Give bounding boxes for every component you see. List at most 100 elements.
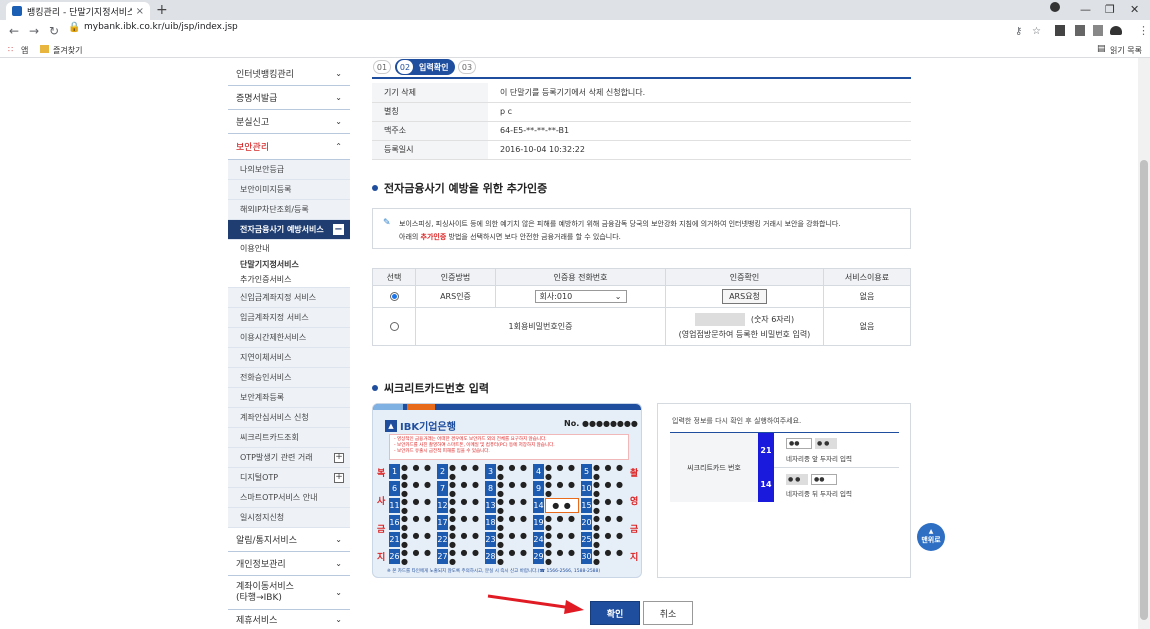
- card-cell-number: 4: [533, 464, 544, 479]
- extension-grid-icon[interactable]: [1093, 25, 1103, 36]
- card-cell-value: ● ● ● ●: [545, 462, 577, 481]
- sidebar-sub-delay-transfer[interactable]: 지연이체서비스: [228, 348, 350, 368]
- sidebar-subsub-extra-auth[interactable]: 추가인증서비스: [228, 272, 350, 288]
- card-cell-number: 20: [581, 515, 592, 530]
- card-cell-value: ● ● ● ●: [593, 547, 625, 566]
- bookmark-star-icon[interactable]: ☆: [1032, 26, 1041, 37]
- table-row: ARS인증 회사:010 ⌄ ARS요청 없음: [372, 285, 911, 308]
- sidebar-subsub-device[interactable]: 단말기지정서비스: [228, 256, 350, 272]
- close-window-icon[interactable]: ✕: [1130, 3, 1139, 16]
- chevron-down-icon: ⌄: [335, 559, 342, 568]
- menu-icon[interactable]: ⋮: [1138, 24, 1149, 37]
- bookmark-favorites[interactable]: 즐겨찾기: [53, 45, 82, 56]
- card-cell-value: ● ● ● ●: [497, 530, 529, 549]
- collapse-icon[interactable]: −: [333, 224, 344, 235]
- minimize-icon[interactable]: —: [1080, 3, 1091, 16]
- sidebar-sub-smart-otp[interactable]: 스마트OTP서비스 안내: [228, 488, 350, 508]
- info-key: 맥주소: [372, 121, 488, 141]
- card-cell-number: 11: [389, 498, 400, 513]
- sidebar-sub-suspend[interactable]: 일시정지신청: [228, 508, 350, 528]
- sidebar-item-lost-report[interactable]: 분실신고 ⌄: [228, 110, 350, 134]
- scroll-top-button[interactable]: ▲ 맨위로: [917, 523, 945, 551]
- card-digit-input-1a[interactable]: ●●: [786, 438, 812, 449]
- card-cell-number: 21: [389, 532, 400, 547]
- sidebar-item-security[interactable]: 보안관리 ⌃: [228, 134, 350, 160]
- arrow-line: [487, 594, 573, 610]
- ars-radio[interactable]: [389, 292, 399, 301]
- otp-password-input[interactable]: [694, 313, 745, 326]
- apps-icon[interactable]: ∷: [8, 45, 13, 54]
- reading-list[interactable]: 읽기 목록: [1110, 45, 1142, 56]
- otp-radio[interactable]: [389, 322, 399, 331]
- extension-turtle-icon[interactable]: [1110, 26, 1122, 35]
- phone-select[interactable]: 회사:010 ⌄: [534, 290, 627, 303]
- card-side-char: 영: [630, 497, 639, 507]
- ars-request-button[interactable]: ARS요청: [722, 289, 767, 304]
- card-cell-value: ● ● ● ●: [593, 530, 625, 549]
- key-icon[interactable]: ⚷: [1015, 26, 1022, 37]
- sidebar-subsub-guide[interactable]: 이용안내: [228, 240, 350, 256]
- card-cell-value: ● ●: [545, 498, 579, 513]
- card-digit-input-2b[interactable]: ●●: [811, 474, 837, 485]
- card-cell-value: ● ● ● ●: [497, 462, 529, 481]
- card-digit-masked-2a: ● ●: [786, 474, 808, 485]
- expand-icon[interactable]: +: [334, 472, 344, 483]
- sidebar-item-label: 보안관리: [236, 143, 270, 153]
- sidebar-item-notification[interactable]: 알림/통지서비스 ⌄: [228, 528, 350, 552]
- sidebar-sub-security-level[interactable]: 나의보안등급: [228, 160, 350, 180]
- sidebar-sub-security-image[interactable]: 보안이미지등록: [228, 180, 350, 200]
- card-cell-number: 18: [485, 515, 496, 530]
- back-icon[interactable]: ←: [4, 24, 24, 38]
- sidebar-item-personal-info[interactable]: 개인정보관리 ⌄: [228, 552, 350, 576]
- sidebar-sub-fraud-prevention[interactable]: 전자금융사기 예방서비스 −: [228, 220, 350, 240]
- sidebar-item-label: 인터넷뱅킹관리: [236, 70, 294, 80]
- tab-close-icon[interactable]: ×: [136, 6, 144, 17]
- maximize-icon[interactable]: ❐: [1105, 3, 1115, 16]
- address-bar[interactable]: mybank.ibk.co.kr/uib/jsp/index.jsp: [84, 22, 238, 32]
- notice-box: ✎ 보이스피싱, 피싱사이트 등에 의한 예기치 않은 피해를 예방하기 위해 …: [372, 208, 911, 249]
- sidebar-sub-account-safe[interactable]: 계좌안심서비스 신청: [228, 408, 350, 428]
- sidebar-sub-phone-approval[interactable]: 전화승인서비스: [228, 368, 350, 388]
- card-cell-value: ● ● ● ●: [593, 462, 625, 481]
- extension-icon[interactable]: [1055, 25, 1065, 36]
- browser-tab[interactable]: 뱅킹관리 - 단말기지정서비스 | ×: [6, 2, 150, 20]
- sidebar-sub-new-account[interactable]: 신입금계좌지정 서비스: [228, 288, 350, 308]
- sidebar-item-account-move[interactable]: 계좌이동서비스 (타행→IBK) ⌄: [228, 576, 350, 610]
- sidebar-sub-digital-otp[interactable]: 디지털OTP +: [228, 468, 350, 488]
- info-value: p c: [488, 102, 911, 122]
- sidebar-sub-otp[interactable]: OTP발생기 관련 거래 +: [228, 448, 350, 468]
- expand-icon[interactable]: +: [334, 452, 344, 463]
- step-1: 01: [373, 60, 391, 74]
- sidebar-item-internet-banking[interactable]: 인터넷뱅킹관리 ⌄: [228, 62, 350, 86]
- card-cell-number: 6: [389, 481, 400, 496]
- sidebar-sub-deposit-account[interactable]: 입금계좌지정 서비스: [228, 308, 350, 328]
- confirm-button[interactable]: 확인: [590, 601, 640, 625]
- method-cell: ARS인증: [415, 285, 496, 308]
- card-cell-value: ● ● ● ●: [593, 496, 625, 515]
- sidebar-item-partner[interactable]: 제휴서비스 ⌄: [228, 610, 350, 628]
- card-digit-hint-2: 네자리중 뒤 두자리 입력: [786, 490, 852, 498]
- sidebar-sub-ip-block[interactable]: 해외IP차단조회/등록: [228, 200, 350, 220]
- step-3: 03: [458, 60, 476, 74]
- info-key: 별칭: [372, 102, 488, 122]
- panel-label: 씨크리트카드 번호: [670, 433, 758, 502]
- sidebar-sub-secure-account[interactable]: 보안계좌등록: [228, 388, 350, 408]
- card-cell-value: ● ● ● ●: [545, 530, 577, 549]
- sidebar-sub-secret-card[interactable]: 씨크리트카드조회: [228, 428, 350, 448]
- extension-s-icon[interactable]: [1075, 25, 1085, 36]
- sidebar-sub-time-limit[interactable]: 이용시간제한서비스: [228, 328, 350, 348]
- reload-icon[interactable]: ↻: [44, 24, 64, 38]
- sidebar-item-label: 증명서발급: [236, 94, 278, 104]
- bullet-icon: [372, 385, 378, 391]
- cancel-button[interactable]: 취소: [643, 601, 693, 625]
- profile-icon[interactable]: [1050, 2, 1060, 12]
- reading-list-icon[interactable]: ▤: [1097, 44, 1106, 54]
- bookmark-apps[interactable]: 앱: [21, 45, 28, 56]
- new-tab-button[interactable]: +: [156, 2, 168, 18]
- confirm-cell: (숫자 6자리) (영업점방문하여 등록한 비밀번호 입력): [665, 307, 824, 346]
- sidebar-item-certificate[interactable]: 증명서발급 ⌄: [228, 86, 350, 110]
- col-header: 서비스이용료: [823, 268, 911, 286]
- bookmarks-bar: ∷ 앱 즐겨찾기 ▤ 읽기 목록: [0, 42, 1150, 58]
- forward-icon[interactable]: →: [24, 24, 44, 38]
- scrollbar-thumb[interactable]: [1140, 160, 1148, 620]
